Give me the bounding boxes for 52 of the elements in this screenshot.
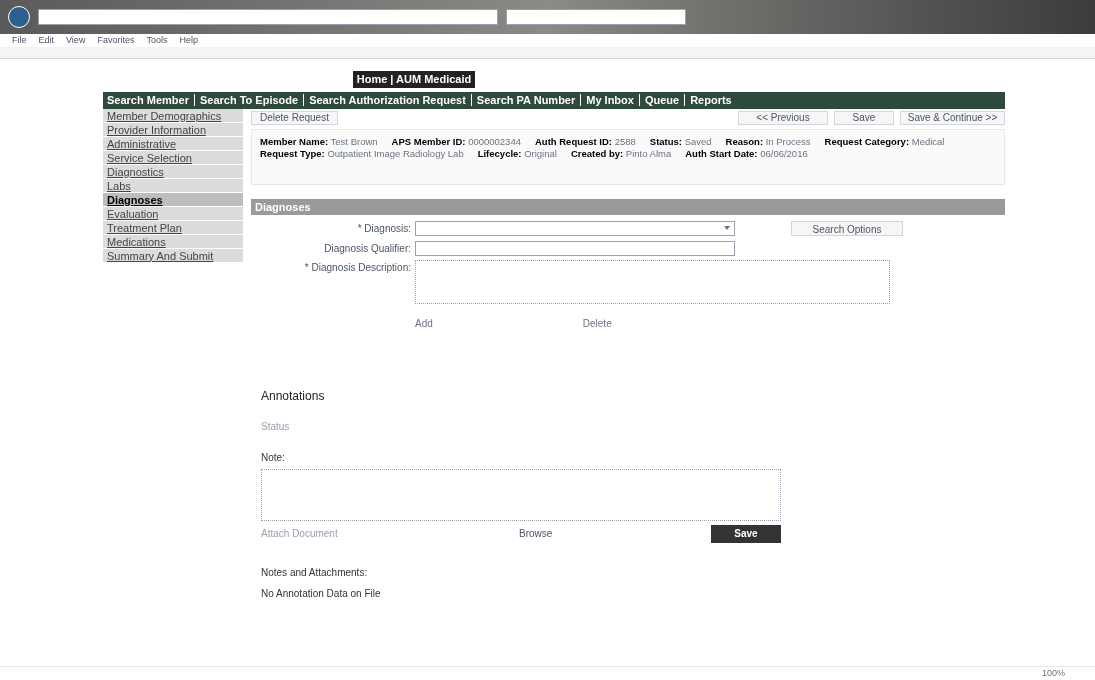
note-label: Note: [261, 450, 286, 465]
qualifier-field[interactable] [415, 240, 735, 256]
back-icon[interactable] [8, 6, 30, 28]
browse-button[interactable]: Browse [519, 526, 553, 541]
menu-item[interactable]: File [12, 33, 27, 48]
annotations-title: Annotations [261, 387, 326, 405]
save-button[interactable]: Save [834, 110, 894, 125]
nav-link[interactable]: Search Authorization Request [309, 91, 466, 109]
summary-field: Request Category: Medical [824, 135, 945, 148]
nav-link[interactable]: Search PA Number [476, 91, 576, 109]
status-label: Status [261, 419, 291, 434]
summary-field: Status: Saved [649, 135, 712, 148]
zoom-level[interactable]: 100% [1041, 666, 1065, 680]
summary-field: Member Name: Test Brown [260, 135, 378, 148]
summary-field: Request Type: Outpatient Image Radiology Lab [260, 147, 464, 160]
description-field[interactable] [415, 259, 890, 304]
menu-item[interactable]: Edit [38, 33, 55, 48]
menu-item[interactable]: Tools [146, 33, 168, 48]
menu-item[interactable]: Favorites [97, 33, 135, 48]
delete-link[interactable]: Delete [582, 315, 612, 331]
summary-field: APS Member ID: 0000002344 [391, 135, 521, 148]
caret-icon [724, 226, 730, 230]
field-label: * Diagnosis Description: [303, 260, 411, 275]
delete-request-button[interactable]: Delete Request [251, 110, 338, 125]
summary-field: Created by: Pinto Alma [570, 147, 672, 160]
nav-link[interactable]: My Inbox [586, 91, 634, 109]
nav-link[interactable]: Search Member [107, 91, 189, 109]
previous-button[interactable]: << Previous [738, 110, 828, 125]
menu-item[interactable]: Help [179, 33, 198, 48]
notes-list-title: Notes and Attachments: [261, 565, 369, 580]
nav-link[interactable]: Reports [690, 91, 732, 109]
attach-document-label: Attach Document [261, 527, 339, 541]
save-continue-button[interactable]: Save & Continue >> [900, 110, 1005, 125]
search-options-button[interactable]: Search Options [791, 220, 903, 236]
annotation-save-button[interactable]: Save [711, 524, 781, 543]
summary-field: Lifecycle: Original [477, 147, 557, 160]
section-header: Diagnoses [251, 198, 1005, 215]
note-field[interactable] [261, 468, 781, 521]
nav-link[interactable]: Search To Episode [199, 91, 299, 109]
diagnosis-select[interactable] [415, 220, 735, 236]
page-title: Home | AUM Medicaid [352, 71, 476, 88]
summary-field: Auth Request ID: 2588 [534, 135, 636, 148]
nav-link[interactable]: Queue [644, 91, 680, 109]
address-field[interactable] [38, 9, 498, 25]
summary-field: Reason: In Process [725, 135, 811, 148]
search-tab[interactable] [506, 9, 686, 25]
summary-field: Auth Start Date: 06/06/2016 [685, 147, 808, 160]
field-label: Diagnosis Qualifier: [323, 241, 411, 256]
menu-item[interactable]: View [66, 33, 86, 48]
add-link[interactable]: Add [415, 315, 433, 331]
empty-message: No Annotation Data on File [261, 586, 382, 601]
field-label: * Diagnosis: [356, 221, 411, 236]
